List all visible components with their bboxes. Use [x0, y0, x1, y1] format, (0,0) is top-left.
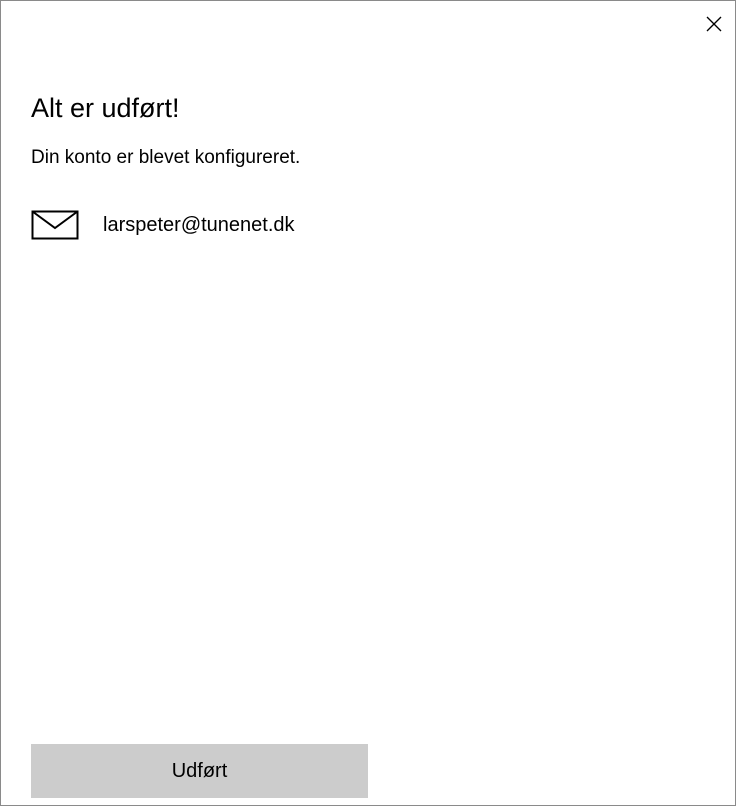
close-icon	[706, 16, 722, 32]
account-item: larspeter@tunenet.dk	[31, 207, 295, 243]
account-setup-dialog: Alt er udført! Din konto er blevet konfi…	[0, 0, 736, 806]
page-title: Alt er udført!	[31, 93, 180, 123]
account-email: larspeter@tunenet.dk	[103, 214, 295, 236]
done-button[interactable]: Udført	[31, 744, 368, 798]
mail-icon	[31, 210, 79, 240]
status-message: Din konto er blevet konfigureret.	[31, 147, 301, 168]
close-button[interactable]	[697, 9, 731, 39]
